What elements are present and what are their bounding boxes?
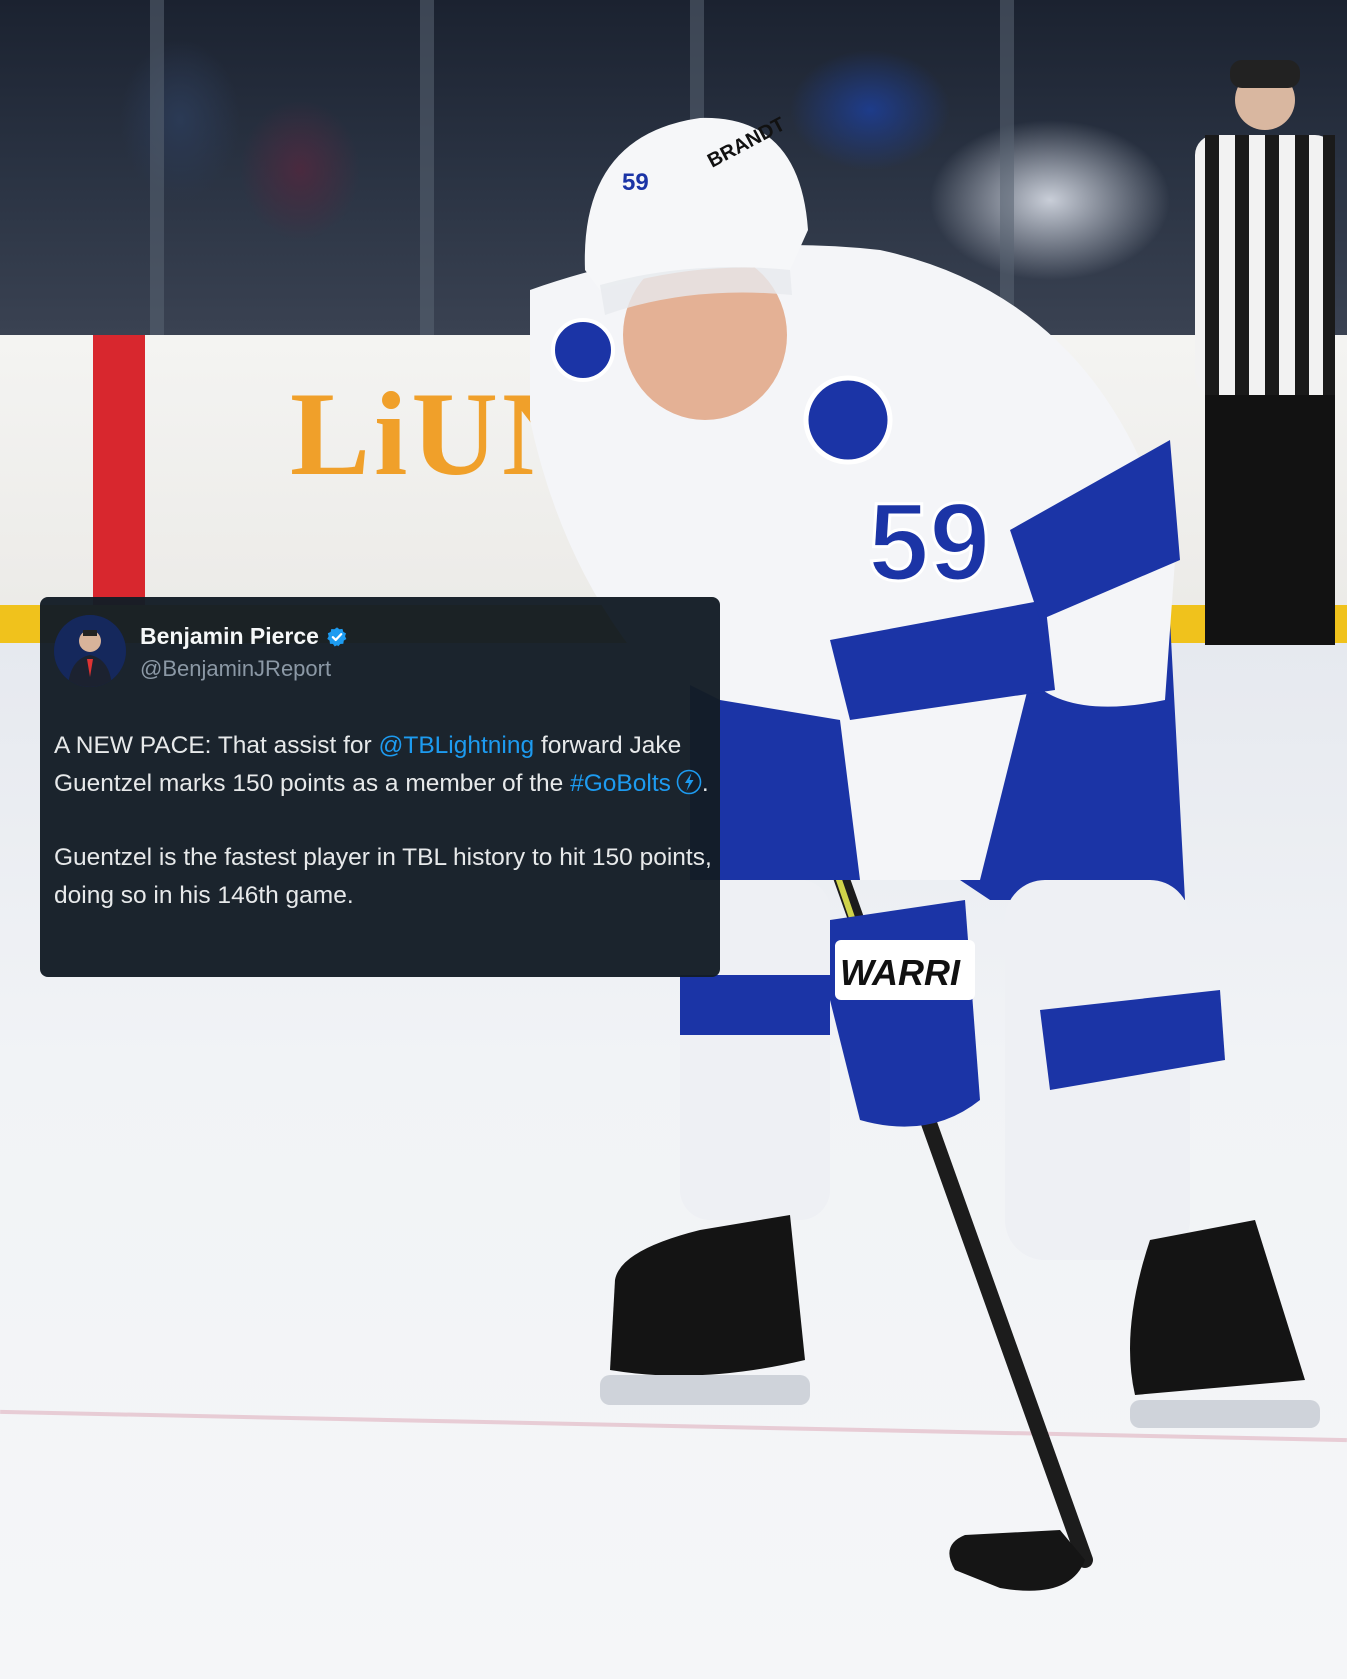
tweet-text-segment: .	[701, 770, 709, 797]
handle[interactable]: @BenjaminJReport	[140, 656, 331, 682]
tweet-card[interactable]: Benjamin Pierce @BenjaminJReport A NEW P…	[40, 597, 720, 977]
tweet-paragraph: A NEW PACE: That assist for @TBLightning…	[54, 727, 714, 803]
avatar-portrait-icon	[54, 615, 126, 687]
tweet-text: A NEW PACE: That assist for @TBLightning…	[54, 727, 714, 951]
glove-brand: WARRI	[840, 952, 961, 993]
mention-link[interactable]: @TBLightning	[379, 732, 535, 759]
jersey-number: 59	[868, 481, 990, 604]
verified-badge-icon	[327, 626, 347, 646]
author-name-row: Benjamin Pierce	[140, 623, 348, 650]
avatar[interactable]	[54, 615, 126, 687]
tweet-paragraph: Guentzel is the fastest player in TBL hi…	[54, 844, 712, 909]
display-name[interactable]: Benjamin Pierce	[140, 623, 319, 650]
tweet-text-segment: A NEW PACE: That assist for	[54, 732, 379, 759]
hashtag-link[interactable]: #GoBolts	[570, 770, 671, 797]
helmet-number: 59	[622, 169, 649, 196]
lightning-bolt-emoji-icon	[676, 769, 702, 795]
